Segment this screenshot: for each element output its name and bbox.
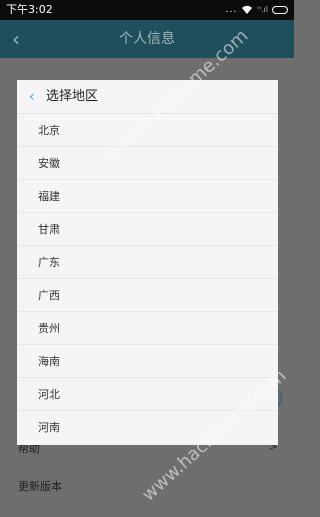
update-row: 更新版本 — [0, 470, 294, 500]
battery-icon — [272, 6, 288, 14]
region-item-gansu[interactable]: 甘肃 — [17, 213, 278, 246]
region-item-guizhou[interactable]: 贵州 — [17, 312, 278, 345]
app-bar: ‹ 个人信息 — [0, 20, 294, 58]
region-item-beijing[interactable]: 北京 — [17, 114, 278, 147]
signal-icon: ᴴ.ıl — [257, 5, 268, 14]
status-time: 下午3:02 — [6, 3, 53, 16]
dialog-header: ‹ 选择地区 — [17, 80, 278, 114]
region-list: 北京 安徽 福建 甘肃 广东 广西 贵州 海南 河北 河南 — [17, 114, 278, 444]
region-item-anhui[interactable]: 安徽 — [17, 147, 278, 180]
region-item-henan[interactable]: 河南 — [17, 411, 278, 444]
region-dialog: ‹ 选择地区 北京 安徽 福建 甘肃 广东 广西 贵州 海南 河北 河南 — [17, 80, 278, 445]
update-label: 更新版本 — [18, 480, 62, 493]
wifi-icon — [242, 5, 253, 15]
page-title: 个人信息 — [119, 31, 175, 47]
status-bar: 下午3:02 ... ᴴ.ıl — [0, 0, 294, 20]
status-icons: ... ᴴ.ıl — [226, 0, 288, 20]
region-item-guangdong[interactable]: 广东 — [17, 246, 278, 279]
dialog-title: 选择地区 — [46, 89, 99, 104]
notification-dots-icon: ... — [225, 5, 238, 15]
region-item-fujian[interactable]: 福建 — [17, 180, 278, 213]
region-item-hebei[interactable]: 河北 — [17, 378, 278, 411]
dialog-back-icon[interactable]: ‹ — [29, 87, 35, 107]
region-item-guangxi[interactable]: 广西 — [17, 279, 278, 312]
region-item-hainan[interactable]: 海南 — [17, 345, 278, 378]
